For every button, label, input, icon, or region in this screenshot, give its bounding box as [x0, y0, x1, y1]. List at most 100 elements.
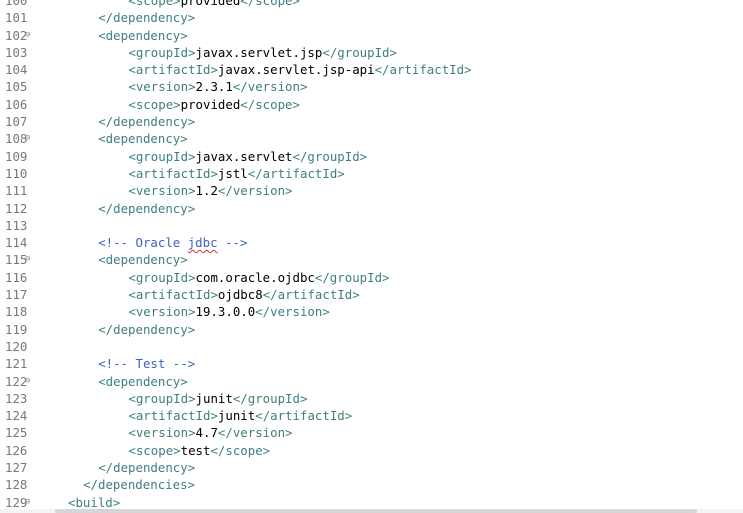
xml-tag: </dependency> — [98, 321, 196, 337]
xml-tag: </version> — [255, 304, 330, 320]
xml-tag: <build> — [68, 494, 121, 510]
xml-tag: <groupId> — [128, 390, 196, 406]
code-text: <!-- Oracle jdbc --> — [98, 234, 247, 251]
horizontal-scrollbar-thumb[interactable] — [55, 509, 697, 513]
fold-toggle-icon[interactable]: ⊖ — [25, 27, 30, 44]
xml-text: provided — [180, 0, 241, 8]
xml-tag: </groupId> — [322, 44, 397, 60]
code-line[interactable]: 112 </dependency> — [0, 200, 743, 217]
line-number: 126 — [5, 442, 28, 458]
code-text: <groupId>junit</groupId> — [128, 390, 307, 407]
code-line[interactable]: 118 <version>19.3.0.0</version> — [0, 303, 743, 320]
code-line[interactable]: 128 </dependencies> — [0, 476, 743, 493]
code-line[interactable]: 108 ⊖ <dependency> — [0, 130, 743, 147]
xml-comment: --> — [217, 235, 248, 251]
code-text: <groupId>com.oracle.ojdbc</groupId> — [128, 269, 389, 286]
xml-tag: </scope> — [240, 96, 300, 112]
code-text: <version>2.3.1</version> — [128, 78, 307, 95]
code-line[interactable]: 105 <version>2.3.1</version> — [0, 78, 743, 95]
xml-tag: </dependency> — [98, 200, 196, 216]
code-line[interactable]: 123 <groupId>junit</groupId> — [0, 390, 743, 407]
code-line[interactable]: 104 <artifactId>javax.servlet.jsp-api</ar… — [0, 61, 743, 78]
code-line[interactable]: 111 <version>1.2</version> — [0, 182, 743, 199]
code-text: </dependency> — [98, 200, 195, 217]
line-number: 114 — [5, 235, 28, 251]
code-line[interactable]: 106 <scope>provided</scope> — [0, 96, 743, 113]
xml-tag: <version> — [128, 183, 196, 199]
code-line[interactable]: 101 </dependency> — [0, 9, 743, 26]
line-number: 121 — [5, 356, 28, 372]
xml-tag: </dependencies> — [83, 477, 195, 493]
line-number: 106 — [5, 96, 28, 112]
xml-tag: </artifactId> — [255, 408, 353, 424]
code-line[interactable]: 113 — [0, 217, 743, 234]
xml-text: com.oracle.ojdbc — [195, 269, 315, 285]
code-text: <version>19.3.0.0</version> — [128, 303, 329, 320]
xml-tag: <artifactId> — [128, 287, 218, 303]
line-number: 105 — [5, 79, 28, 95]
code-text: <version>1.2</version> — [128, 182, 292, 199]
code-text: <!-- Test --> — [98, 355, 195, 372]
code-line[interactable]: 115 ⊖ <dependency> — [0, 251, 743, 268]
code-text: <dependency> — [98, 373, 188, 390]
line-number: 116 — [5, 269, 28, 285]
code-line[interactable]: 120 — [0, 338, 743, 355]
code-line[interactable]: 124 <artifactId>junit</artifactId> — [0, 407, 743, 424]
code-line[interactable]: 100 <scope>provided</scope> — [0, 0, 743, 9]
line-number: 123 — [5, 390, 28, 406]
line-number: 119 — [5, 321, 28, 337]
xml-text: 19.3.0.0 — [195, 304, 256, 320]
code-text: <dependency> — [98, 130, 188, 147]
xml-tag: </artifactId> — [262, 287, 360, 303]
xml-text: jstl — [217, 165, 248, 181]
code-line[interactable]: 119 </dependency> — [0, 321, 743, 338]
code-line[interactable]: 102 ⊖ <dependency> — [0, 27, 743, 44]
line-number: 107 — [5, 114, 28, 130]
xml-text: test — [180, 442, 211, 458]
code-line[interactable]: 114 <!-- Oracle jdbc --> — [0, 234, 743, 251]
code-editor[interactable]: 100 <scope>provided</scope> 101 </dependenc… — [0, 0, 743, 513]
xml-tag: </artifactId> — [374, 62, 472, 78]
xml-tag: </groupId> — [314, 269, 390, 285]
code-line[interactable]: 121 <!-- Test --> — [0, 355, 743, 372]
xml-tag: <groupId> — [128, 148, 196, 164]
line-number: 110 — [5, 165, 28, 181]
code-line[interactable]: 125 <version>4.7</version> — [0, 424, 743, 441]
code-text: <groupId>javax.servlet</groupId> — [128, 148, 367, 165]
code-text: </dependency> — [98, 321, 195, 338]
xml-tag: <version> — [128, 79, 196, 95]
line-number: 118 — [5, 304, 28, 320]
code-line[interactable]: 116 <groupId>com.oracle.ojdbc</groupId> — [0, 269, 743, 286]
xml-tag: <artifactId> — [128, 62, 218, 78]
line-number: 101 — [5, 10, 28, 26]
code-line[interactable]: 117 <artifactId>ojdbc8</artifactId> — [0, 286, 743, 303]
code-line[interactable]: 109 <groupId>javax.servlet</groupId> — [0, 148, 743, 165]
code-line[interactable]: 107 </dependency> — [0, 113, 743, 130]
code-text: <dependency> — [98, 251, 188, 268]
code-text: <artifactId>javax.servlet.jsp-api</artif… — [128, 61, 471, 78]
xml-tag: </groupId> — [292, 148, 368, 164]
code-text: <artifactId>ojdbc8</artifactId> — [128, 286, 359, 303]
xml-tag: </groupId> — [232, 390, 308, 406]
xml-text: junit — [217, 408, 256, 424]
code-line[interactable]: 110 <artifactId>jstl</artifactId> — [0, 165, 743, 182]
code-line[interactable]: 122 ⊖ <dependency> — [0, 373, 743, 390]
line-number: 109 — [5, 148, 28, 164]
xml-tag: <groupId> — [128, 269, 196, 285]
line-number: 111 — [5, 183, 28, 199]
xml-comment: <!-- Oracle — [98, 235, 188, 251]
code-line[interactable]: 127 </dependency> — [0, 459, 743, 476]
code-text: </dependency> — [98, 9, 195, 26]
code-line[interactable]: 126 <scope>test</scope> — [0, 442, 743, 459]
code-text: <artifactId>jstl</artifactId> — [128, 165, 344, 182]
fold-toggle-icon[interactable]: ⊖ — [25, 251, 30, 268]
line-number: 127 — [5, 460, 28, 476]
fold-toggle-icon[interactable]: ⊖ — [25, 373, 30, 390]
code-line[interactable]: 103 <groupId>javax.servlet.jsp</groupId> — [0, 44, 743, 61]
xml-tag: <scope> — [128, 96, 181, 112]
line-number: 117 — [5, 287, 28, 303]
xml-tag: <artifactId> — [128, 408, 218, 424]
fold-toggle-icon[interactable]: ⊖ — [25, 130, 30, 147]
xml-text: 1.2 — [195, 183, 218, 199]
xml-text: javax.servlet.jsp-api — [217, 62, 375, 78]
